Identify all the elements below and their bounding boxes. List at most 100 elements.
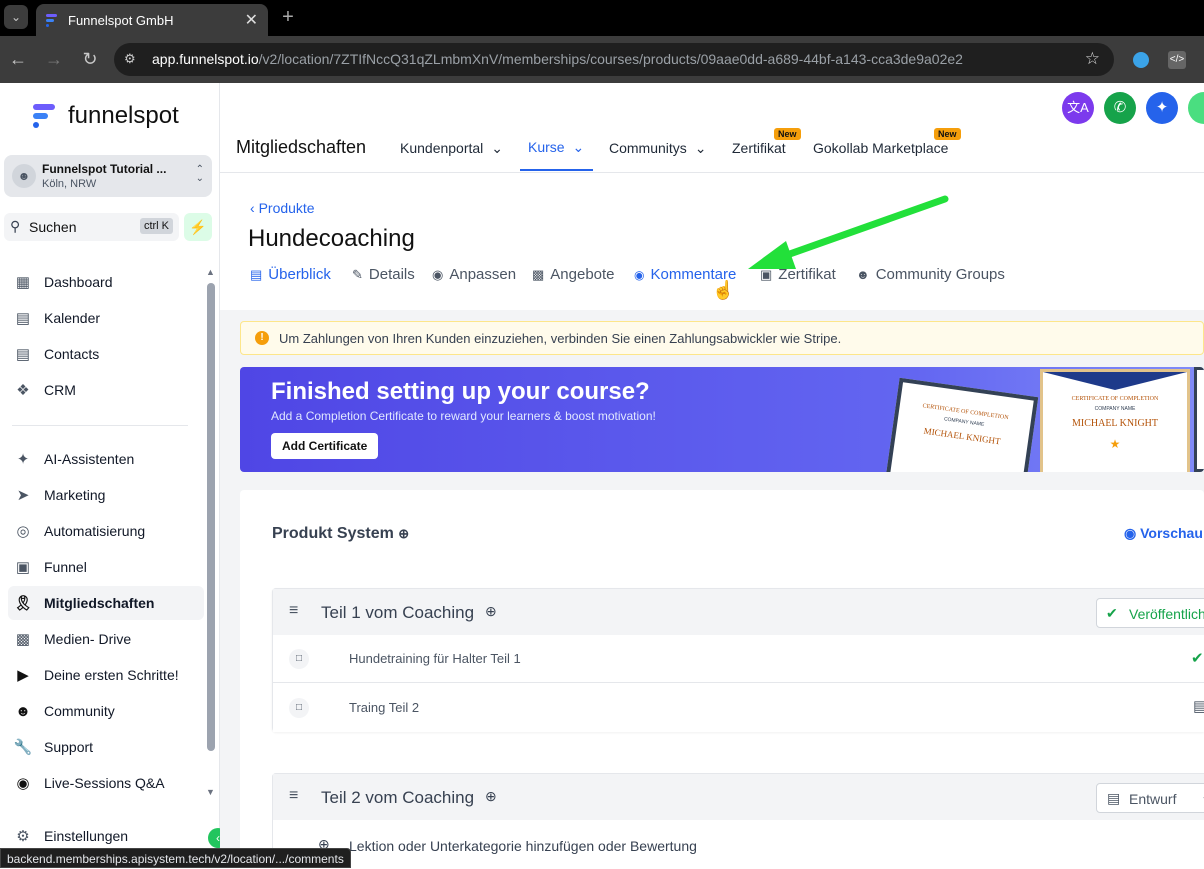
sidebar: funnelspot ☻ Funnelspot Tutorial ... Köl… xyxy=(0,83,228,868)
search-label: Suchen xyxy=(29,219,77,235)
tab-ueberblick[interactable]: ▤ Überblick xyxy=(250,266,331,283)
page-header: ‹ Produkte Hundecoaching ▤ Überblick ✎ Det… xyxy=(220,173,1204,310)
scroll-down-icon[interactable]: ▼ xyxy=(206,787,215,797)
new-tab-button[interactable]: + xyxy=(276,5,300,29)
sidebar-divider xyxy=(12,425,188,426)
back-icon[interactable]: ← xyxy=(6,47,30,71)
system-title: Produkt System ⊕ xyxy=(272,525,410,542)
product-system-card: Produkt System ⊕ ◉ Vorschau ≡ Teil 1 vom… xyxy=(240,490,1204,869)
contacts-icon: ▤ xyxy=(15,346,31,363)
sidebar-item-mitgliedschaften[interactable]: 🎗 Mitgliedschaften xyxy=(8,586,204,620)
add-lesson-label: Lektion oder Unterkategorie hinzufügen o… xyxy=(349,838,697,854)
certificate-preview-image xyxy=(1194,367,1204,472)
forward-icon[interactable]: → xyxy=(42,47,66,71)
gear-icon: ⚙ xyxy=(16,828,30,845)
translate-icon[interactable]: 文A xyxy=(1062,92,1094,124)
tab-communitys[interactable]: Communitys ⌄ xyxy=(609,140,706,157)
add-circle-icon[interactable]: ⊕ xyxy=(485,603,497,620)
sparkle-icon: ✦ xyxy=(16,451,30,468)
sidebar-item-kalender[interactable]: ▤ Kalender xyxy=(8,301,204,335)
add-certificate-button[interactable]: Add Certificate xyxy=(271,433,379,459)
status-badge[interactable]: ✔ Veröffentlicht xyxy=(1096,598,1204,628)
category-block: ≡ Teil 1 vom Coaching ⊕ ✔ Veröffentlicht… xyxy=(272,588,1204,732)
lesson-row[interactable]: □ Hundetraining für Halter Teil 1 ✔ xyxy=(273,635,1204,683)
close-tab-icon[interactable]: ✕ xyxy=(245,10,258,30)
tab-zertifikat[interactable]: Zertifikat xyxy=(732,140,786,156)
help-icon[interactable] xyxy=(1188,92,1204,124)
status-url: backend.memberships.apisystem.tech/v2/lo… xyxy=(7,852,344,866)
image-icon: ▩ xyxy=(15,631,31,648)
gift-icon: ▩ xyxy=(532,266,545,282)
document-icon: □ xyxy=(289,649,309,669)
add-circle-icon[interactable]: ⊕ xyxy=(398,526,409,541)
pencil-icon: ✎ xyxy=(352,266,363,282)
add-lesson-row[interactable]: ⊕ Lektion oder Unterkategorie hinzufügen… xyxy=(273,820,1204,869)
tab-title: Funnelspot GmbH xyxy=(68,13,174,28)
clipboard-icon: ▤ xyxy=(1193,698,1204,715)
funnel-icon: ▣ xyxy=(15,559,31,576)
add-circle-icon[interactable]: ⊕ xyxy=(485,788,497,805)
chevron-updown-icon: ⌃ ⌄ xyxy=(195,164,204,184)
url-bar[interactable]: ⚙ app.funnelspot.io/v2/location/7ZTIfNcc… xyxy=(114,43,1114,76)
lesson-title: Traing Teil 2 xyxy=(349,700,420,715)
ai-sparkle-icon[interactable]: ✦ xyxy=(1146,92,1178,124)
quick-action-bolt-icon[interactable]: ⚡ xyxy=(184,213,212,241)
preview-button[interactable]: ◉ Vorschau xyxy=(1124,525,1203,542)
lesson-row[interactable]: □ Traing Teil 2 ▤ xyxy=(273,684,1204,732)
site-info-icon[interactable]: ⚙ xyxy=(124,51,136,67)
sidebar-item-live-sessions[interactable]: ◉ Live-Sessions Q&A xyxy=(8,766,204,800)
chevron-down-icon: ⌄ xyxy=(694,140,707,156)
extension-icon[interactable] xyxy=(1133,52,1149,68)
tab-anpassen[interactable]: ◉ Anpassen xyxy=(432,266,516,283)
url-host: app.funnelspot.io xyxy=(152,51,259,67)
send-icon: ➤ xyxy=(16,487,30,504)
sidebar-scrollbar[interactable] xyxy=(207,283,215,751)
tab-angebote[interactable]: ▩ Angebote xyxy=(532,266,615,283)
tab-kurse[interactable]: Kurse ⌄ xyxy=(528,139,584,156)
scroll-up-icon[interactable]: ▲ xyxy=(206,267,215,277)
browser-tab[interactable]: Funnelspot GmbH ✕ xyxy=(36,4,268,36)
sidebar-item-medien-drive[interactable]: ▩ Medien- Drive xyxy=(8,622,204,656)
star-icon: ★ xyxy=(1109,437,1121,451)
sidebar-item-community[interactable]: ☻ Community xyxy=(8,694,204,728)
account-location: Köln, NRW xyxy=(42,178,97,190)
sidebar-item-erste-schritte[interactable]: ▶ Deine ersten Schritte! xyxy=(8,658,204,692)
status-dropdown[interactable]: ▤ Entwurf ⌄ xyxy=(1096,783,1204,813)
sidebar-item-marketing[interactable]: ➤ Marketing xyxy=(8,478,204,512)
devtools-extension-icon[interactable]: </> xyxy=(1168,51,1186,69)
users-icon: ☻ xyxy=(15,702,31,720)
drag-handle-icon[interactable]: ≡ xyxy=(289,602,298,620)
banner-title: Finished setting up your course? xyxy=(271,378,650,405)
browser-tab-strip: ⌄ Funnelspot GmbH ✕ + xyxy=(0,0,1204,36)
search-icon: ⚲ xyxy=(10,218,21,234)
sidebar-item-funnel[interactable]: ▣ Funnel xyxy=(8,550,204,584)
tab-kundenportal[interactable]: Kundenportal ⌄ xyxy=(400,140,503,157)
back-to-products-link[interactable]: ‹ Produkte xyxy=(250,200,315,216)
search-button[interactable]: ⚲ Suchen ctrl K xyxy=(4,213,179,241)
play-icon: ▶ xyxy=(17,667,29,684)
sidebar-item-dashboard[interactable]: ▦ Dashboard xyxy=(8,265,204,299)
reload-icon[interactable]: ↻ xyxy=(78,47,102,71)
tab-gokollab-marketplace[interactable]: Gokollab Marketplace xyxy=(813,140,948,156)
published-check-icon: ✔ xyxy=(1191,650,1204,667)
browser-status-bar: backend.memberships.apisystem.tech/v2/lo… xyxy=(0,848,351,868)
certificate-preview-image: CERTIFICATE OF COMPLETION COMPANY NAME M… xyxy=(885,377,1039,472)
overview-icon: ▤ xyxy=(250,266,263,282)
chevron-down-icon: ⌄ xyxy=(491,140,503,156)
sidebar-item-contacts[interactable]: ▤ Contacts xyxy=(8,337,204,371)
drag-handle-icon[interactable]: ≡ xyxy=(289,787,298,805)
phone-icon[interactable]: ✆ xyxy=(1104,92,1136,124)
account-switcher[interactable]: ☻ Funnelspot Tutorial ... Köln, NRW ⌃ ⌄ xyxy=(4,155,212,197)
page-title: Hundecoaching xyxy=(248,225,415,252)
sidebar-item-support[interactable]: 🔧 Support xyxy=(8,730,204,764)
category-block: ≡ Teil 2 vom Coaching ⊕ ▤ Entwurf ⌄ ⊕ Le… xyxy=(272,773,1204,869)
sidebar-item-crm[interactable]: ❖ CRM xyxy=(8,373,204,407)
bookmark-star-icon[interactable]: ☆ xyxy=(1085,49,1100,69)
tab-details[interactable]: ✎ Details xyxy=(352,266,415,283)
tab-list-button[interactable]: ⌄ xyxy=(4,5,28,29)
logo-icon xyxy=(33,104,55,128)
sidebar-item-ai-assistenten[interactable]: ✦ AI-Assistenten xyxy=(8,442,204,476)
certificate-preview-image: CERTIFICATE OF COMPLETION COMPANY NAME M… xyxy=(1040,369,1190,472)
sidebar-item-automatisierung[interactable]: ◎ Automatisierung xyxy=(8,514,204,548)
new-badge: New xyxy=(934,128,961,140)
